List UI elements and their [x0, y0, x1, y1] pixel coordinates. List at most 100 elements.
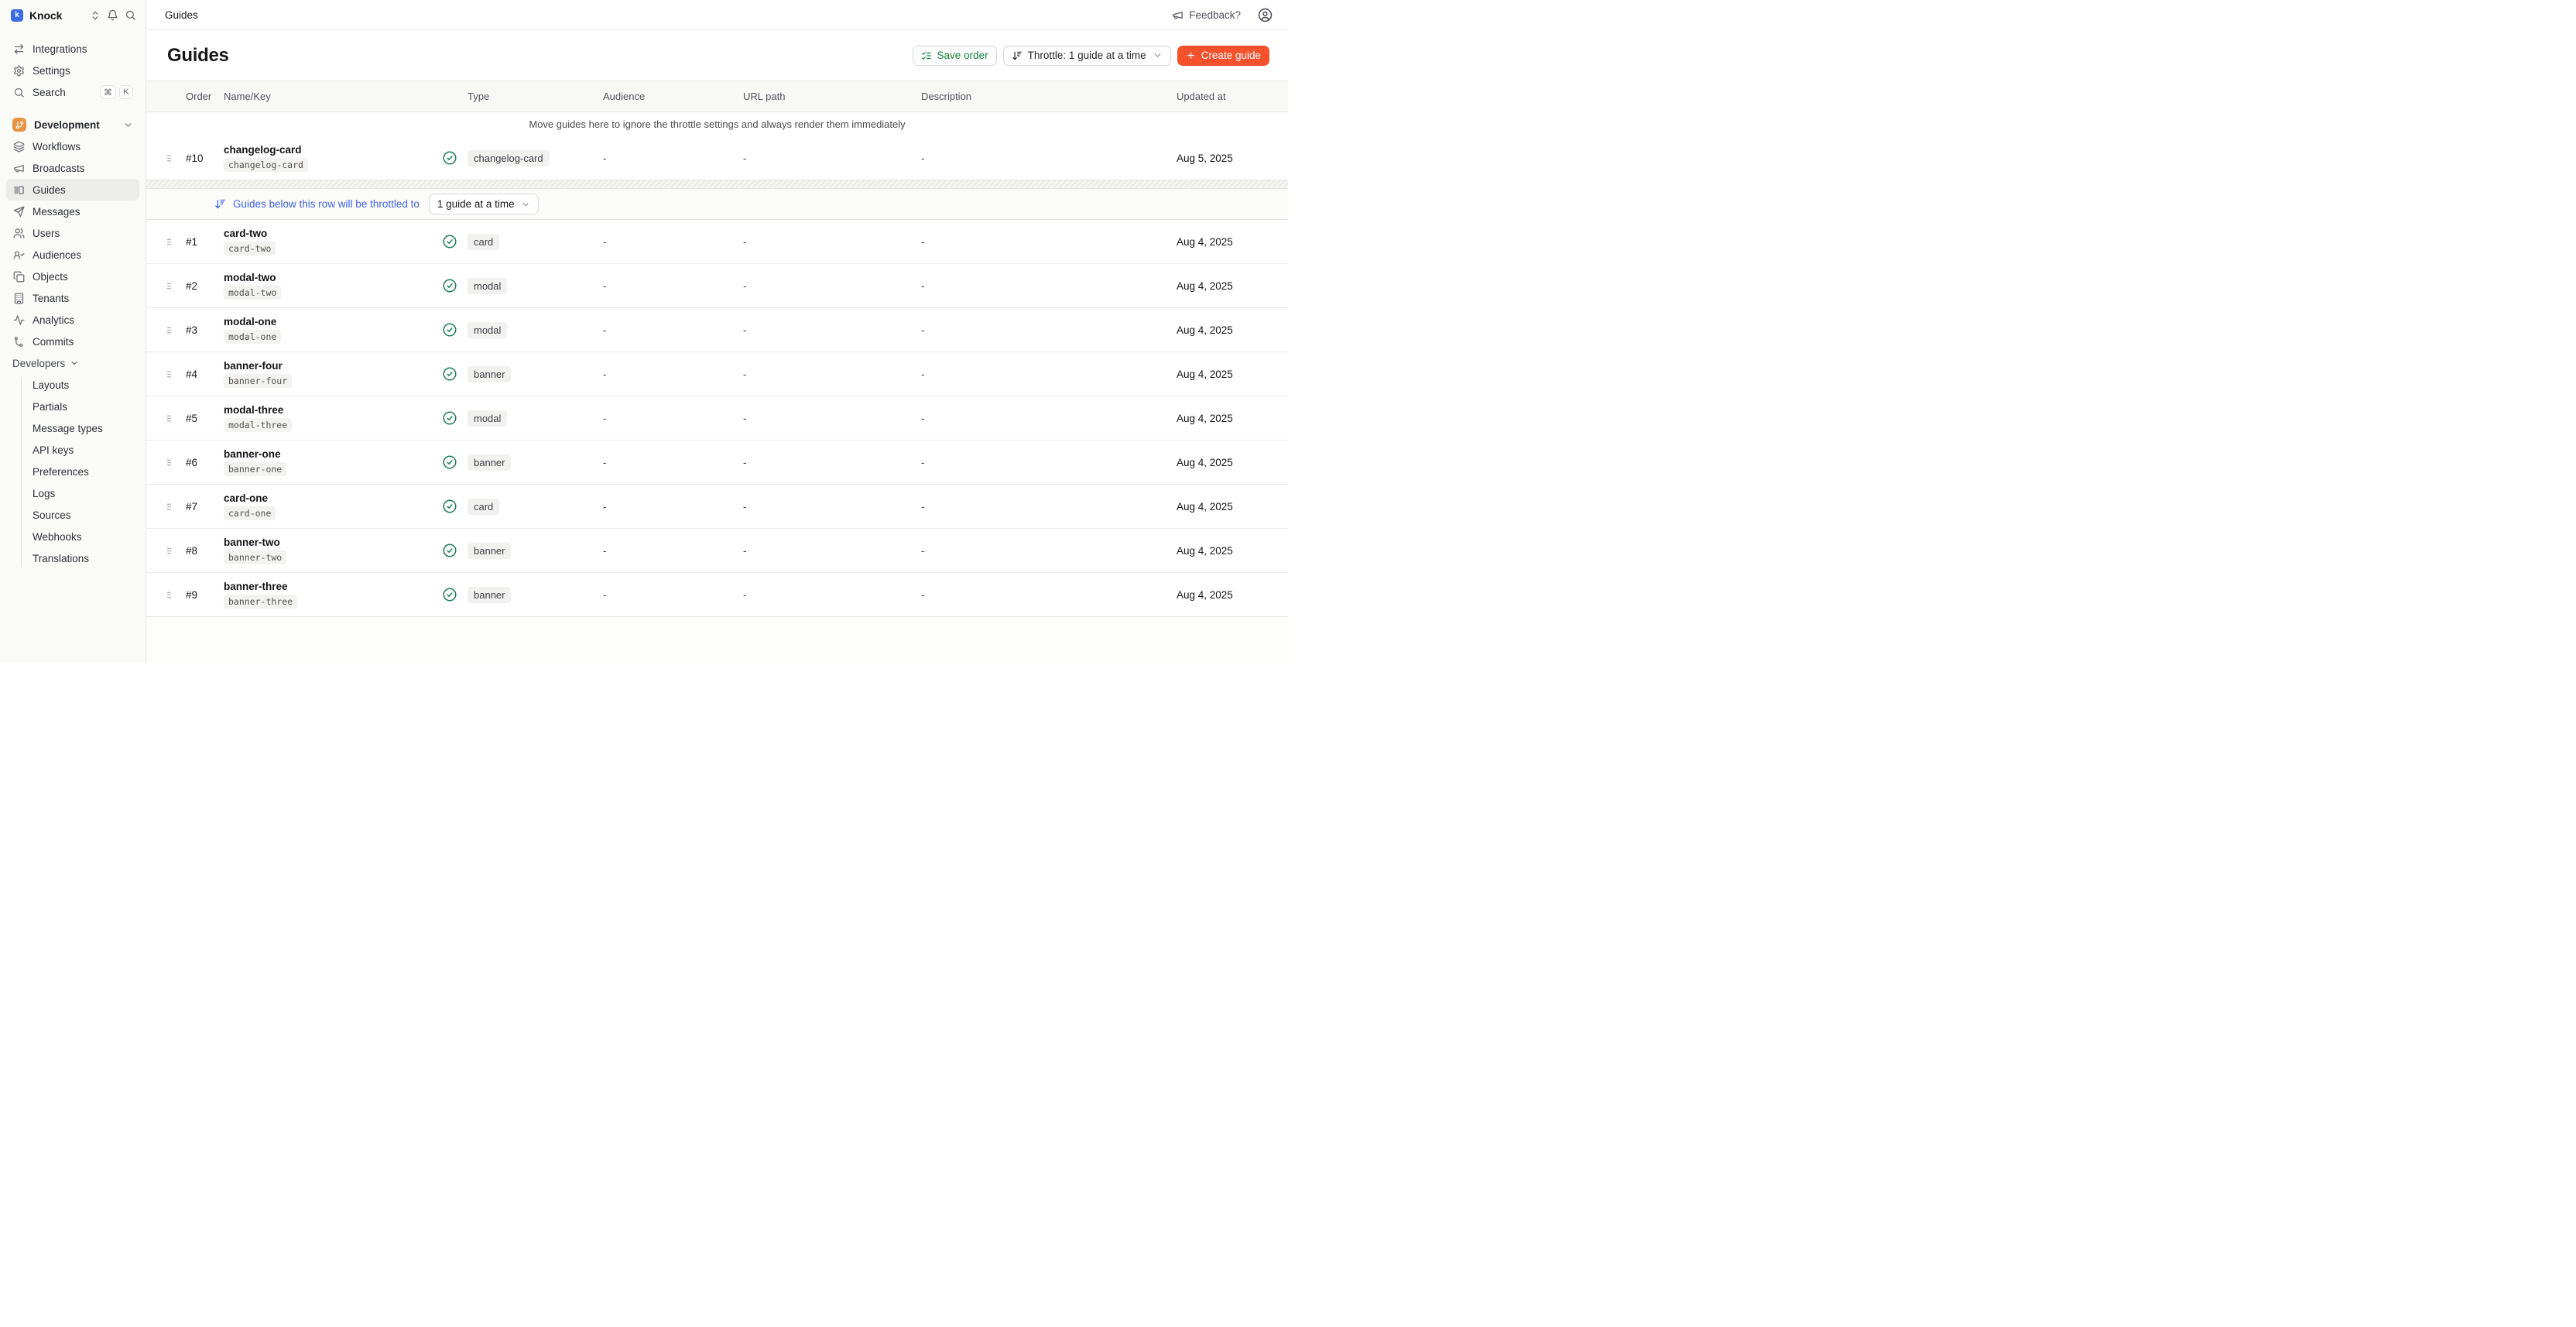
- row-audience: -: [603, 545, 743, 557]
- sidebar-item-webhooks[interactable]: Webhooks: [26, 526, 139, 547]
- create-guide-label: Create guide: [1201, 50, 1261, 61]
- table-row[interactable]: #1 card-two card-two card - - - Aug 4, 2…: [146, 220, 1288, 264]
- row-description: -: [921, 236, 1177, 248]
- guide-name: modal-one: [224, 316, 276, 327]
- drag-handle[interactable]: [165, 324, 186, 336]
- row-description: -: [921, 413, 1177, 424]
- row-url-path: -: [743, 369, 921, 380]
- table-row[interactable]: #2 modal-two modal-two modal - - - Aug 4…: [146, 264, 1288, 308]
- sidebar-item-preferences[interactable]: Preferences: [26, 461, 139, 482]
- sidebar-item-broadcasts[interactable]: Broadcasts: [6, 157, 139, 179]
- row-name-key: banner-four banner-four: [224, 360, 442, 388]
- sidebar-item-layouts[interactable]: Layouts: [26, 374, 139, 396]
- table-row[interactable]: #8 banner-two banner-two banner - - - Au…: [146, 529, 1288, 573]
- sidebar-item-api-keys[interactable]: API keys: [26, 439, 139, 461]
- drag-handle[interactable]: [165, 413, 186, 424]
- status-active-check-icon: [442, 410, 468, 426]
- bell-icon[interactable]: [107, 9, 118, 21]
- row-description: -: [921, 457, 1177, 468]
- kbd-k: K: [119, 85, 133, 99]
- sidebar-item-users[interactable]: Users: [6, 222, 139, 244]
- row-updated-at: Aug 4, 2025: [1177, 589, 1288, 601]
- drag-handle[interactable]: [165, 369, 186, 380]
- drag-handle[interactable]: [165, 280, 186, 292]
- sidebar-item-translations[interactable]: Translations: [26, 547, 139, 569]
- search-icon[interactable]: [125, 9, 136, 21]
- search-shortcut: ⌘ K: [100, 85, 133, 99]
- topbar: Guides Feedback?: [146, 0, 1288, 30]
- sidebar-item-analytics[interactable]: Analytics: [6, 309, 139, 331]
- sidebar-item-search[interactable]: Search ⌘ K: [6, 81, 139, 103]
- account-menu-button[interactable]: [1258, 8, 1273, 22]
- column-header-name-key: Name/Key: [224, 91, 442, 102]
- arrows-right-left-icon: [12, 43, 25, 55]
- row-type: banner: [468, 366, 603, 382]
- guide-name: banner-four: [224, 360, 283, 372]
- table-row[interactable]: #3 modal-one modal-one modal - - - Aug 4…: [146, 308, 1288, 352]
- sidebar-item-logs[interactable]: Logs: [26, 482, 139, 504]
- table-row[interactable]: #4 banner-four banner-four banner - - - …: [146, 352, 1288, 396]
- create-guide-button[interactable]: Create guide: [1177, 46, 1269, 66]
- sidebar-item-messages[interactable]: Messages: [6, 201, 139, 222]
- row-url-path: -: [743, 153, 921, 164]
- row-updated-at: Aug 4, 2025: [1177, 457, 1288, 468]
- sidebar-item-tenants[interactable]: Tenants: [6, 287, 139, 309]
- row-description: -: [921, 153, 1177, 164]
- throttle-value-select[interactable]: 1 guide at a time: [429, 194, 539, 214]
- sidebar-item-workflows[interactable]: Workflows: [6, 135, 139, 157]
- table-row[interactable]: #10 changelog-card changelog-card change…: [146, 136, 1288, 180]
- sidebar-item-commits[interactable]: Commits: [6, 331, 139, 352]
- user-check-icon: [12, 249, 25, 261]
- row-url-path: -: [743, 280, 921, 292]
- guide-key-badge: modal-two: [224, 286, 281, 300]
- table-row[interactable]: #6 banner-one banner-one banner - - - Au…: [146, 441, 1288, 485]
- table-row[interactable]: #9 banner-three banner-three banner - - …: [146, 573, 1288, 617]
- row-audience: -: [603, 457, 743, 468]
- type-badge: card: [468, 234, 499, 250]
- throttle-divider-label: Guides below this row will be throttled …: [233, 198, 420, 210]
- sidebar-item-integrations[interactable]: Integrations: [6, 38, 139, 60]
- sidebar-item-settings[interactable]: Settings: [6, 60, 139, 81]
- row-name-key: changelog-card changelog-card: [224, 144, 442, 172]
- row-type: card: [468, 499, 603, 515]
- table-row[interactable]: #5 modal-three modal-three modal - - - A…: [146, 396, 1288, 441]
- sidebar-item-audiences[interactable]: Audiences: [6, 244, 139, 266]
- status-active-check-icon: [442, 322, 468, 338]
- drag-handle[interactable]: [165, 236, 186, 248]
- developers-section-toggle[interactable]: Developers: [6, 352, 139, 374]
- copy-icon: [12, 271, 25, 283]
- environment-switcher[interactable]: Development: [6, 114, 139, 135]
- sidebar-item-label: Users: [33, 228, 60, 239]
- row-name-key: modal-one modal-one: [224, 316, 442, 344]
- throttle-dropdown-button[interactable]: Throttle: 1 guide at a time: [1003, 46, 1171, 66]
- row-updated-at: Aug 4, 2025: [1177, 545, 1288, 557]
- users-icon: [12, 228, 25, 239]
- table-row[interactable]: #7 card-one card-one card - - - Aug 4, 2…: [146, 485, 1288, 529]
- row-order: #5: [186, 413, 224, 424]
- sidebar-item-message-types[interactable]: Message types: [26, 417, 139, 439]
- sidebar-item-label: Preferences: [33, 466, 89, 478]
- save-order-button[interactable]: Save order: [913, 46, 997, 66]
- sidebar-item-guides[interactable]: Guides: [6, 179, 139, 201]
- commit-icon: [12, 336, 25, 348]
- row-order: #3: [186, 324, 224, 336]
- row-order: #9: [186, 589, 224, 601]
- status-active-check-icon: [442, 366, 468, 382]
- row-updated-at: Aug 4, 2025: [1177, 280, 1288, 292]
- drag-handle[interactable]: [165, 457, 186, 468]
- sidebar-item-objects[interactable]: Objects: [6, 266, 139, 287]
- drag-handle[interactable]: [165, 153, 186, 164]
- sidebar-item-sources[interactable]: Sources: [26, 504, 139, 526]
- drag-handle[interactable]: [165, 589, 186, 601]
- chevrons-up-down-icon[interactable]: [90, 10, 101, 21]
- sidebar-item-partials[interactable]: Partials: [26, 396, 139, 417]
- workspace-switcher[interactable]: k Knock: [0, 0, 146, 30]
- drag-handle[interactable]: [165, 545, 186, 557]
- activity-icon: [12, 314, 25, 326]
- chevron-down-icon: [70, 358, 79, 368]
- drag-handle[interactable]: [165, 501, 186, 513]
- feedback-button[interactable]: Feedback?: [1172, 9, 1241, 21]
- row-description: -: [921, 501, 1177, 513]
- row-description: -: [921, 369, 1177, 380]
- sidebar-item-label: Webhooks: [33, 531, 82, 543]
